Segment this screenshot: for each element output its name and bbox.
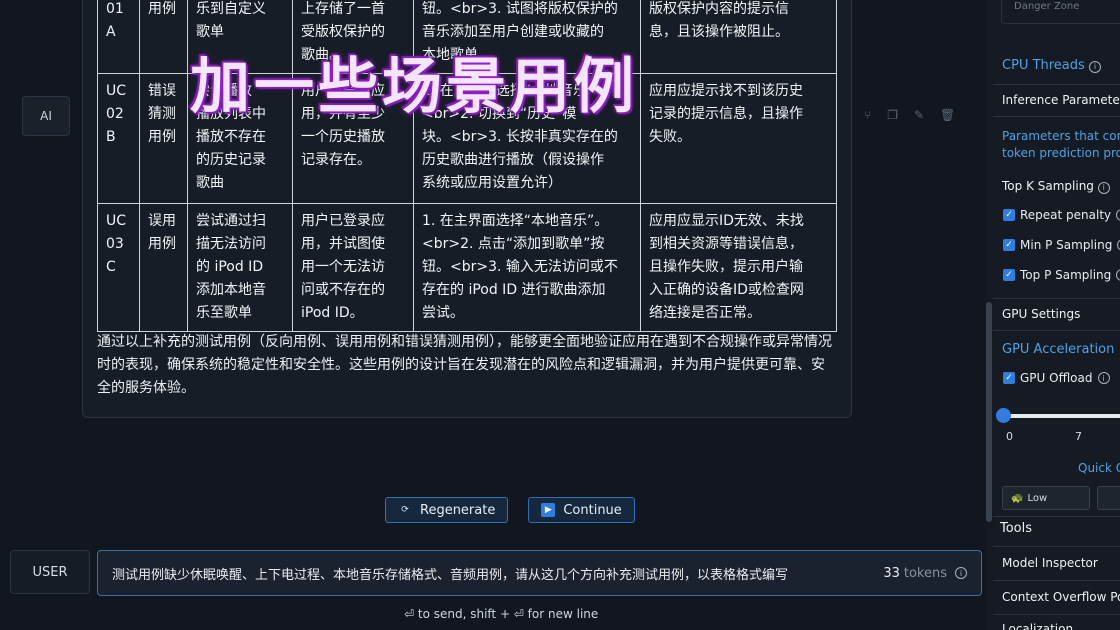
danger-zone: Danger Zone: [1001, 0, 1120, 24]
copy-icon[interactable]: ❐: [887, 108, 898, 122]
info-icon[interactable]: i: [1097, 372, 1110, 384]
overlay-caption: 加一些场景用例: [190, 52, 638, 122]
case-type: 用例: [139, 0, 188, 74]
case-pre: 用户已登录应 用，并试图使 用一个无法访 问或不存在的 iPod ID。: [292, 203, 414, 332]
case-expect: 应用应提示找不到该历史 记录的提示信息，且操作 失败。: [640, 73, 837, 204]
preset-button[interactable]: [1097, 486, 1120, 510]
summary-paragraph: 通过以上补充的测试用例（反向用例、误用用例和错误猜测用例），能够更全面地验证应用…: [97, 334, 832, 396]
settings-panel: Danger Zone CPU Threads i Inference Para…: [993, 0, 1120, 630]
case-type: 误用 用例: [139, 203, 188, 332]
localization-item[interactable]: Localization: [993, 622, 1120, 630]
response-controls: ⟳ Regenerate ▶ Continue: [385, 497, 635, 523]
message-input-text[interactable]: 测试用例缺少休眠唤醒、上下电过程、本地音乐存储格式、音频用例，请从这几个方向补充…: [112, 564, 883, 583]
regenerate-button[interactable]: ⟳ Regenerate: [385, 497, 509, 523]
play-icon: ▶: [541, 503, 556, 517]
context-overflow-item[interactable]: Context Overflow Polic: [993, 590, 1120, 604]
low-preset-button[interactable]: 🐢 Low: [1002, 486, 1090, 510]
case-id: UC 03 C: [97, 203, 140, 332]
continue-button[interactable]: ▶ Continue: [528, 497, 635, 523]
tools-header[interactable]: Tools: [993, 521, 1120, 536]
case-id: UC 02 B: [97, 73, 140, 204]
case-type: 错误 猜测 用例: [139, 73, 188, 204]
checkbox-checked-icon[interactable]: ✓: [1003, 269, 1015, 281]
scrollbar-thumb[interactable]: [986, 302, 992, 522]
gpu-acceleration-label: GPU Acceleration: [1002, 342, 1115, 357]
model-inspector-item[interactable]: Model Inspector: [993, 556, 1120, 570]
top-p-toggle[interactable]: ✓Top P Sampling i: [993, 268, 1120, 282]
info-icon[interactable]: i: [1088, 60, 1101, 73]
case-expect: 版权保护内容的提示信 息，且该操作被阻止。: [640, 0, 837, 74]
delete-icon[interactable]: 🗑: [940, 108, 955, 122]
inference-desc: token prediction pro: [1002, 146, 1120, 160]
gpu-offload-toggle[interactable]: ✓ GPU Offload i: [993, 371, 1120, 385]
case-steps: 1. 在主界面选择“本地音乐”。 <br>2. 点击“添加到歌单”按 钮。<br…: [413, 203, 641, 332]
table-row: UC 03 C 误用 用例 尝试通过扫 描无法访问 的 iPod ID 添加本地…: [97, 203, 837, 332]
branch-icon[interactable]: ⑂: [864, 108, 871, 122]
cpu-threads-label[interactable]: CPU Threads i: [993, 58, 1120, 73]
case-desc: 尝试通过扫 描无法访问 的 iPod ID 添加本地音 乐至歌单: [187, 203, 293, 332]
case-expect: 应用应显示ID无效、未找 到相关资源等错误信息， 且操作失败，提示用户输 入正确…: [640, 203, 837, 332]
gpu-offload-slider[interactable]: [1003, 414, 1120, 418]
repeat-penalty-toggle[interactable]: ✓Repeat penalty i: [993, 208, 1120, 222]
min-p-toggle[interactable]: ✓Min P Sampling i: [993, 238, 1120, 252]
inference-parameters-header[interactable]: Inference Parameters: [993, 93, 1120, 107]
slider-handle[interactable]: [996, 408, 1011, 423]
token-count: 33: [883, 565, 900, 581]
checkbox-checked-icon[interactable]: ✓: [1003, 209, 1015, 221]
case-id: 01 A: [97, 0, 140, 74]
info-icon[interactable]: i: [1116, 209, 1120, 221]
slider-mark-label: 7: [1075, 430, 1082, 443]
inference-desc: Parameters that cont: [1002, 129, 1120, 143]
token-label: tokens: [903, 565, 947, 581]
assistant-avatar: AI: [22, 96, 70, 136]
edit-icon[interactable]: ✎: [914, 108, 924, 122]
message-input[interactable]: 测试用例缺少休眠唤醒、上下电过程、本地音乐存储格式、音频用例，请从这几个方向补充…: [97, 550, 982, 596]
top-k-label[interactable]: Top K Sampling i: [993, 179, 1120, 194]
regenerate-icon: ⟳: [401, 505, 409, 515]
quick-gpu-label[interactable]: Quick GP: [1069, 461, 1120, 475]
send-hint: ⏎ to send, shift + ⏎ for new line: [404, 607, 599, 621]
info-icon[interactable]: i: [1116, 269, 1120, 281]
user-role-badge[interactable]: USER: [10, 550, 90, 594]
turtle-icon: 🐢: [1011, 492, 1024, 504]
checkbox-checked-icon[interactable]: ✓: [1003, 372, 1015, 384]
gpu-settings-header[interactable]: GPU Settings: [993, 307, 1120, 321]
message-actions: ⑂ ❐ ✎ 🗑: [864, 108, 955, 122]
info-icon[interactable]: i: [955, 567, 967, 579]
info-icon[interactable]: i: [1097, 181, 1110, 194]
checkbox-checked-icon[interactable]: ✓: [1003, 239, 1015, 251]
